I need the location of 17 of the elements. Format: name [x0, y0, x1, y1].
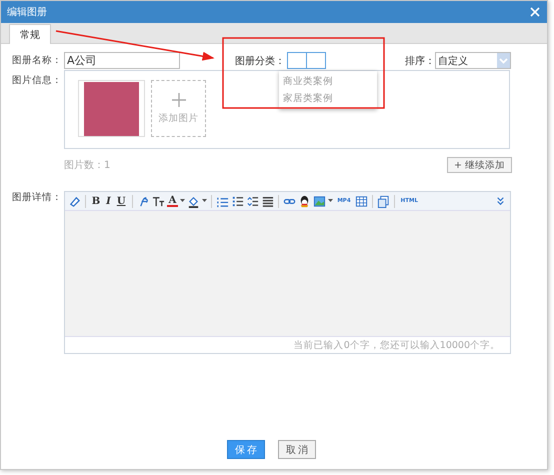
field-label: 图片信息： — [12, 74, 63, 87]
toolbar-button[interactable]: I — [104, 193, 113, 209]
character-count: 当前已输入0个字，您还可以输入10000个字。 — [294, 338, 500, 352]
cancel-button[interactable]: 取消 — [278, 440, 316, 459]
field-label: 图册分类： — [235, 54, 285, 68]
field-label: 图册详情： — [12, 191, 63, 204]
image-count: 图片数：1 — [64, 158, 110, 172]
name-input-field[interactable]: A公司 — [64, 52, 180, 69]
field-label: 图册名称： — [12, 54, 63, 67]
window-title: 编辑图册 — [7, 6, 47, 19]
field-label: 排序： — [405, 54, 435, 68]
toolbar-button[interactable]: U — [114, 193, 128, 209]
toolbar-button[interactable]: A — [166, 195, 178, 207]
add-more-button[interactable]: + 继续添加 — [447, 157, 512, 173]
tab[interactable]: 常规 — [9, 24, 51, 44]
sort-select[interactable]: 自定义 — [435, 52, 511, 69]
toolbar-button[interactable]: B — [90, 193, 102, 209]
